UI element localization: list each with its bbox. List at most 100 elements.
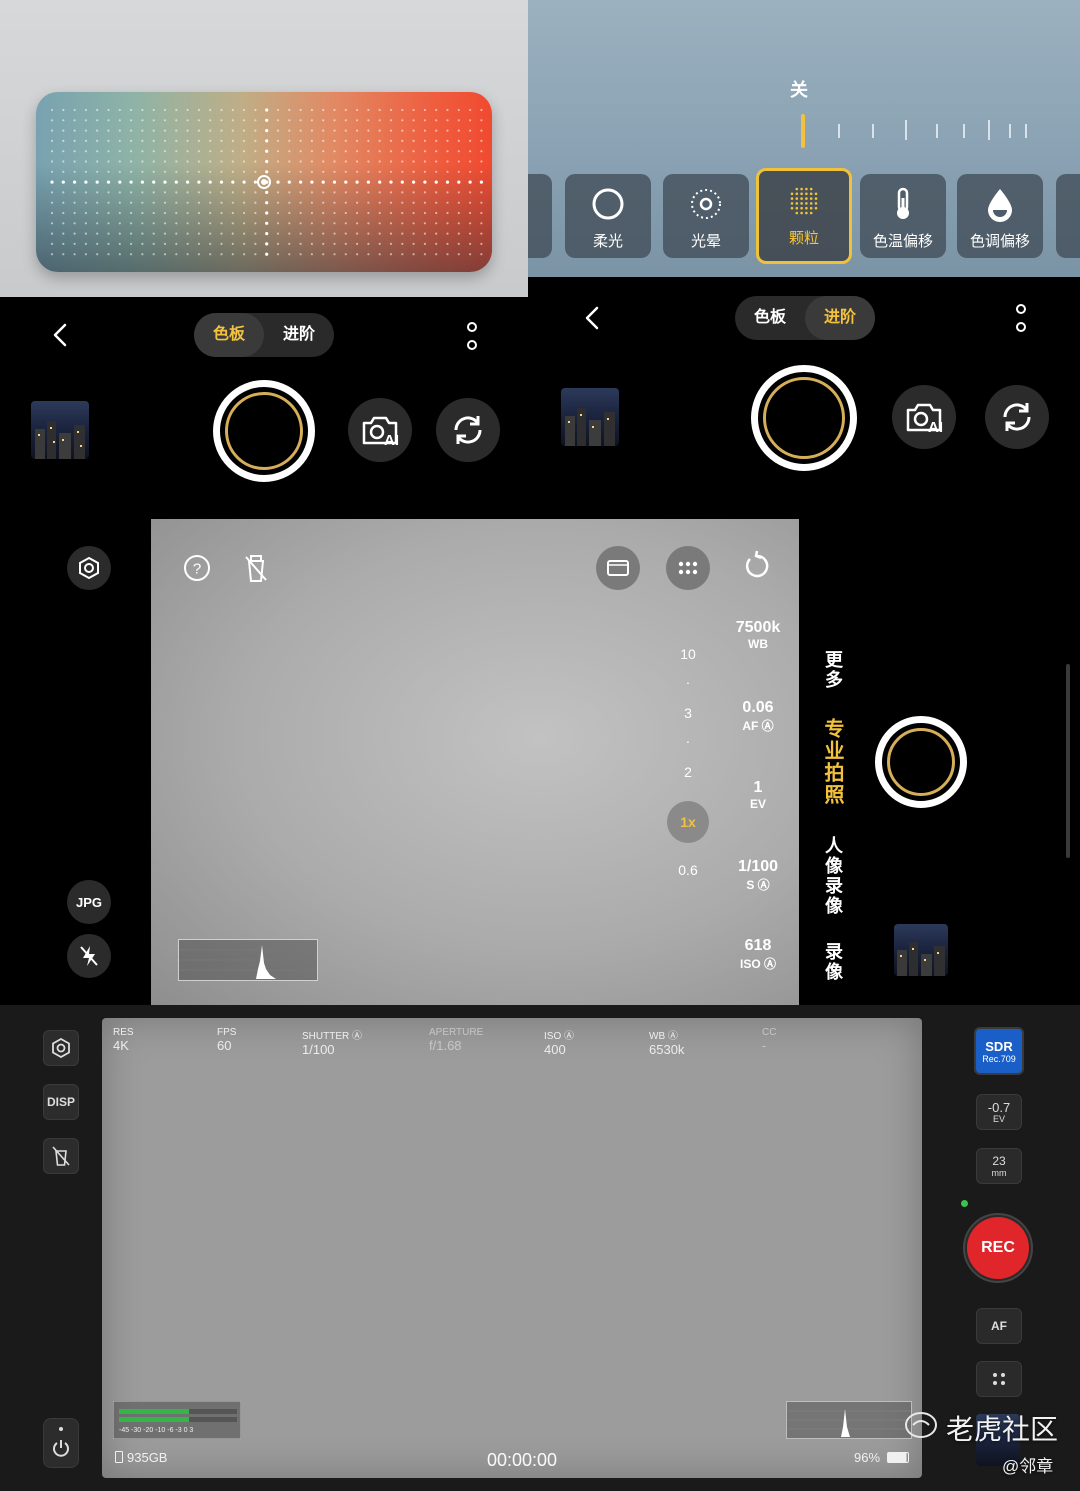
more-options-icon[interactable]	[1011, 302, 1031, 334]
stat-key: ISO Ⓐ	[544, 1031, 575, 1042]
stat-key: WB Ⓐ	[649, 1031, 678, 1042]
histogram	[786, 1401, 912, 1439]
filter-btn-partial-right[interactable]	[1056, 174, 1080, 258]
filter-strength-slider[interactable]	[528, 112, 1080, 150]
gear-icon	[79, 556, 99, 580]
battery-icon	[886, 1452, 909, 1463]
mode-pro-photo[interactable]: 专业拍照	[818, 718, 847, 806]
zoom-0-6x[interactable]: 0.6	[668, 862, 708, 878]
mode-portrait-video[interactable]: 人像录像	[820, 836, 846, 916]
histogram	[178, 939, 318, 981]
format-jpg-button[interactable]: JPG	[67, 880, 111, 924]
ai-camera-button[interactable]: AI	[348, 398, 412, 462]
reset-icon[interactable]	[742, 550, 772, 580]
filter-label: 柔光	[592, 233, 623, 250]
settings-button[interactable]	[67, 546, 111, 590]
filter-label: 色温偏移	[872, 233, 933, 250]
shutter-button[interactable]	[213, 380, 315, 482]
filter-label: 光晕	[690, 233, 721, 250]
stat-value: 60	[217, 1038, 232, 1053]
stat-fps[interactable]: FPS 60	[217, 1027, 236, 1053]
stat-value: -	[762, 1038, 767, 1053]
filter-halo-button[interactable]: 光晕	[663, 174, 749, 258]
meter-scale: -45 -30 -20 -10 -6 -3 0 3	[119, 1427, 193, 1434]
param-exposure[interactable]: 1 EV	[723, 779, 793, 811]
more-options-button[interactable]	[976, 1361, 1022, 1397]
param-value: 618	[744, 937, 772, 954]
status-indicator-light	[961, 1200, 968, 1207]
pro-photo-viewfinder[interactable]: ? 10 · 3 · 2 1x 0.6 7500k WB 0.06 AF Ⓐ 1	[151, 519, 799, 1005]
back-chevron-icon[interactable]	[50, 322, 70, 348]
ev-value: -0.7	[987, 1099, 1011, 1115]
filter-strength-label: 关	[790, 80, 808, 100]
stat-key: SHUTTER Ⓐ	[302, 1031, 362, 1042]
af-button[interactable]: AF	[976, 1308, 1022, 1344]
shutter-button[interactable]	[751, 365, 857, 471]
param-white-balance[interactable]: 7500k WB	[723, 619, 793, 651]
zoom-2x[interactable]: 2	[668, 764, 708, 780]
filter-grain-button[interactable]: 颗粒	[756, 168, 852, 264]
param-value: 1	[753, 779, 763, 796]
scrollbar[interactable]	[1066, 664, 1070, 858]
filter-soft-light-button[interactable]: 柔光	[565, 174, 651, 258]
power-icon	[53, 1427, 69, 1457]
storage-value: 935GB	[127, 1450, 168, 1465]
param-focus[interactable]: 0.06 AF Ⓐ	[723, 699, 793, 734]
stat-key: RES	[113, 1027, 134, 1038]
stat-color-correction[interactable]: CC -	[762, 1027, 776, 1053]
gallery-thumbnail[interactable]	[561, 388, 619, 446]
shutter-button[interactable]	[875, 716, 967, 808]
switch-camera-button[interactable]	[985, 385, 1049, 449]
svg-text:?: ?	[193, 561, 201, 578]
power-button[interactable]	[43, 1418, 79, 1468]
lut-off-button[interactable]	[43, 1138, 79, 1174]
switch-camera-button[interactable]	[436, 398, 500, 462]
mode-video[interactable]: 录像	[820, 942, 846, 982]
gallery-thumbnail[interactable]	[894, 924, 948, 976]
filter-tone-shift-button[interactable]: 色调偏移	[957, 174, 1043, 258]
zoom-10x[interactable]: 10	[668, 646, 708, 662]
param-shutter[interactable]: 1/100 S Ⓐ	[723, 858, 793, 893]
lut-off-icon[interactable]	[243, 553, 269, 583]
mode-more[interactable]: 更多	[820, 650, 846, 690]
gallery-thumbnail[interactable]	[31, 401, 89, 459]
sdr-label: SDR	[985, 1038, 1013, 1054]
ring-icon	[592, 188, 624, 220]
zoom-dot: ·	[685, 733, 691, 749]
more-options-icon[interactable]	[462, 320, 482, 352]
ai-camera-button[interactable]: AI	[892, 385, 956, 449]
stat-key: APERTURE	[429, 1027, 484, 1038]
video-viewfinder[interactable]: RES 4K FPS 60 SHUTTER Ⓐ 1/100 APERTURE f/1.6…	[102, 1018, 922, 1478]
city-night-thumbnail-icon	[35, 421, 85, 459]
zoom-3x[interactable]: 3	[668, 705, 708, 721]
focal-length-button[interactable]: 23 mm	[976, 1148, 1022, 1184]
param-value: 7500k	[735, 619, 781, 636]
stat-white-balance[interactable]: WB Ⓐ 6530k	[649, 1027, 684, 1057]
filter-btn-partial-left[interactable]	[528, 174, 552, 258]
stat-iso[interactable]: ISO Ⓐ 400	[544, 1027, 574, 1057]
grid-menu-button[interactable]	[666, 546, 710, 590]
back-chevron-icon[interactable]	[582, 305, 602, 331]
focal-unit: mm	[991, 1167, 1007, 1178]
filter-color-temp-button[interactable]: 色温偏移	[860, 174, 946, 258]
tab-advanced[interactable]: 进阶	[264, 313, 334, 357]
stat-resolution[interactable]: RES 4K	[113, 1027, 134, 1053]
zoom-1x-selected[interactable]: 1x	[667, 801, 709, 843]
video-settings-button[interactable]	[43, 1030, 79, 1066]
flash-off-button[interactable]	[67, 934, 111, 978]
ev-button[interactable]: -0.7 EV	[976, 1094, 1022, 1130]
record-button[interactable]: REC	[963, 1213, 1033, 1283]
stat-shutter[interactable]: SHUTTER Ⓐ 1/100	[302, 1027, 362, 1057]
aspect-ratio-button[interactable]	[596, 546, 640, 590]
sdr-mode-button[interactable]: SDR Rec.709	[974, 1027, 1024, 1075]
display-button[interactable]: DISP	[43, 1084, 79, 1120]
droplet-icon	[988, 189, 1012, 222]
tab-palette[interactable]: 色板	[735, 296, 805, 340]
sdr-sub-label: Rec.709	[982, 1053, 1016, 1064]
color-palette-grid[interactable]	[36, 92, 492, 272]
param-iso[interactable]: 618 ISO Ⓐ	[723, 937, 793, 972]
help-icon[interactable]: ?	[183, 554, 211, 582]
tab-advanced[interactable]: 进阶	[805, 296, 875, 340]
tab-palette[interactable]: 色板	[194, 313, 264, 357]
slider-thumb[interactable]	[801, 114, 805, 148]
